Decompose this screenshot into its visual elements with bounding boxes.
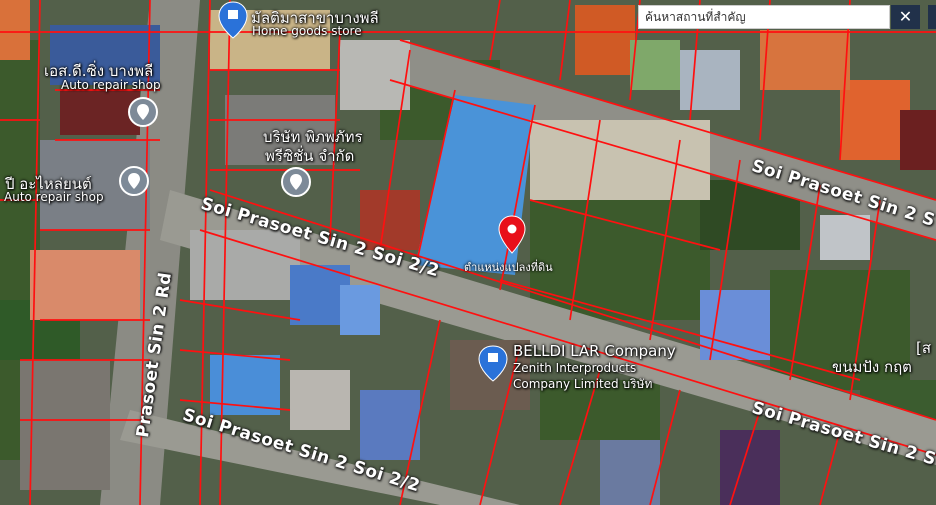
- close-button[interactable]: ✕: [891, 5, 920, 29]
- edge-button[interactable]: [928, 5, 936, 29]
- poi-marker-company-1[interactable]: [281, 167, 311, 197]
- poi-marker-auto-repair-2[interactable]: [119, 166, 149, 196]
- satellite-map[interactable]: [0, 0, 936, 505]
- bag-icon: [488, 353, 498, 362]
- pin-dot-icon: [507, 224, 517, 234]
- bag-icon: [228, 10, 238, 19]
- poi-marker-auto-repair-1[interactable]: [128, 97, 158, 127]
- search-input[interactable]: [638, 5, 890, 29]
